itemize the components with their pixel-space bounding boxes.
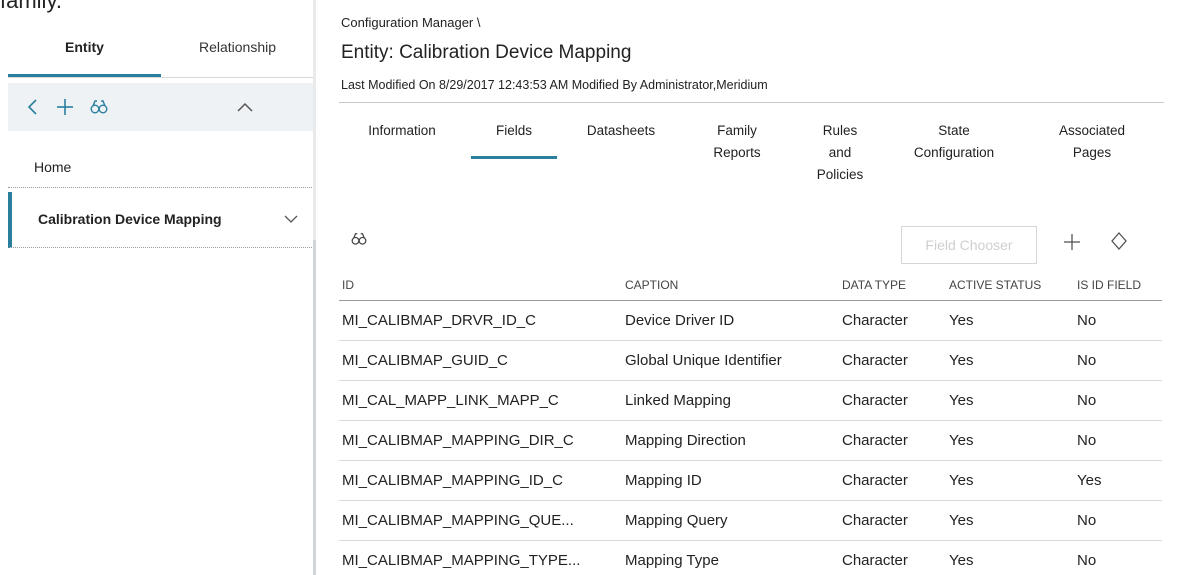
cell-is-id-field: No bbox=[1074, 300, 1162, 341]
cell-id: MI_CAL_MAPP_LINK_MAPP_C bbox=[339, 380, 622, 421]
cell-caption: Device Driver ID bbox=[622, 300, 839, 341]
chevron-up-icon[interactable] bbox=[228, 83, 262, 131]
binoculars-icon[interactable] bbox=[82, 83, 116, 131]
cell-active-status: Yes bbox=[946, 420, 1074, 461]
cell-data-type: Character bbox=[839, 500, 946, 541]
cell-data-type: Character bbox=[839, 340, 946, 381]
nav-item-home[interactable]: Home bbox=[8, 146, 314, 188]
plus-icon[interactable] bbox=[1057, 229, 1087, 259]
diamond-sort-icon[interactable] bbox=[1104, 229, 1134, 259]
cell-is-id-field: No bbox=[1074, 540, 1162, 575]
fields-table: ID CAPTION DATA TYPE ACTIVE STATUS IS ID… bbox=[339, 270, 1162, 575]
tab-label: Pages bbox=[1072, 145, 1112, 160]
table-row[interactable]: MI_CAL_MAPP_LINK_MAPP_C Linked Mapping C… bbox=[339, 380, 1162, 421]
last-modified-info: Last Modified On 8/29/2017 12:43:53 AM M… bbox=[341, 78, 768, 92]
cell-id: MI_CALIBMAP_MAPPING_DIR_C bbox=[339, 420, 622, 461]
table-row[interactable]: MI_CALIBMAP_DRVR_ID_C Device Driver ID C… bbox=[339, 300, 1162, 341]
cell-caption: Mapping Type bbox=[622, 540, 839, 575]
left-navigation-pane: Entity Relationship Home Calibration Dev… bbox=[0, 0, 314, 575]
cell-id: MI_CALIBMAP_MAPPING_TYPE... bbox=[339, 540, 622, 575]
cell-active-status: Yes bbox=[946, 340, 1074, 381]
pane-divider-top bbox=[313, 0, 316, 240]
tab-information[interactable]: Information bbox=[357, 120, 447, 142]
cell-caption: Mapping ID bbox=[622, 460, 839, 501]
tab-label: and bbox=[828, 145, 852, 160]
tab-relationship[interactable]: Relationship bbox=[161, 30, 314, 78]
tab-fields[interactable]: Fields bbox=[469, 120, 559, 142]
cell-caption: Global Unique Identifier bbox=[622, 340, 839, 381]
tab-label: Fields bbox=[495, 123, 532, 138]
table-row[interactable]: MI_CALIBMAP_GUID_C Global Unique Identif… bbox=[339, 340, 1162, 381]
tab-state-configuration[interactable]: State Configuration bbox=[899, 120, 1009, 164]
left-pane-toolbar bbox=[8, 83, 314, 131]
breadcrumb[interactable]: Configuration Manager \ bbox=[341, 15, 480, 30]
tab-rules-and-policies[interactable]: Rules and Policies bbox=[807, 120, 873, 186]
cell-is-id-field: No bbox=[1074, 500, 1162, 541]
tab-associated-pages[interactable]: Associated Pages bbox=[1047, 120, 1137, 164]
cell-is-id-field: No bbox=[1074, 380, 1162, 421]
cell-active-status: Yes bbox=[946, 380, 1074, 421]
cell-data-type: Character bbox=[839, 420, 946, 461]
tab-label: Datasheets bbox=[586, 123, 656, 138]
page-title: Entity: Calibration Device Mapping bbox=[341, 42, 632, 63]
field-chooser-button[interactable]: Field Chooser bbox=[901, 226, 1037, 264]
tab-label: State bbox=[938, 123, 970, 138]
cell-caption: Linked Mapping bbox=[622, 380, 839, 421]
nav-item-label: Calibration Device Mapping bbox=[38, 211, 222, 227]
tab-label: Family bbox=[717, 123, 757, 138]
column-header-active-status[interactable]: ACTIVE STATUS bbox=[946, 270, 1074, 301]
tab-label: Associated bbox=[1058, 123, 1126, 138]
cell-data-type: Character bbox=[839, 460, 946, 501]
cell-id: MI_CALIBMAP_MAPPING_QUE... bbox=[339, 500, 622, 541]
cell-is-id-field: No bbox=[1074, 340, 1162, 381]
table-row[interactable]: MI_CALIBMAP_MAPPING_ID_C Mapping ID Char… bbox=[339, 460, 1162, 501]
cell-is-id-field: Yes bbox=[1074, 460, 1162, 501]
tab-label: Configuration bbox=[913, 145, 995, 160]
cell-id: MI_CALIBMAP_GUID_C bbox=[339, 340, 622, 381]
cell-caption: Mapping Direction bbox=[622, 420, 839, 461]
left-pane-tabs: Entity Relationship bbox=[8, 30, 314, 78]
tab-entity[interactable]: Entity bbox=[8, 30, 161, 78]
tab-datasheets[interactable]: Datasheets bbox=[575, 120, 667, 142]
column-header-caption[interactable]: CAPTION bbox=[622, 270, 839, 301]
tab-family-reports[interactable]: Family Reports bbox=[697, 120, 777, 164]
table-row[interactable]: MI_CALIBMAP_MAPPING_TYPE... Mapping Type… bbox=[339, 540, 1162, 575]
header-divider bbox=[339, 102, 1164, 103]
cell-id: MI_CALIBMAP_MAPPING_ID_C bbox=[339, 460, 622, 501]
cell-active-status: Yes bbox=[946, 540, 1074, 575]
column-header-is-id-field[interactable]: IS ID FIELD bbox=[1074, 270, 1162, 301]
cell-caption: Mapping Query bbox=[622, 500, 839, 541]
tab-label: Rules bbox=[822, 123, 858, 138]
main-content: Configuration Manager \ Entity: Calibrat… bbox=[339, 0, 1164, 575]
chevron-left-icon[interactable] bbox=[18, 83, 48, 131]
plus-icon[interactable] bbox=[48, 83, 82, 131]
tab-label: Policies bbox=[816, 167, 864, 182]
table-row[interactable]: MI_CALIBMAP_MAPPING_DIR_C Mapping Direct… bbox=[339, 420, 1162, 461]
binoculars-icon[interactable] bbox=[351, 232, 371, 252]
cell-data-type: Character bbox=[839, 540, 946, 575]
tab-label: Information bbox=[368, 123, 436, 138]
tabs-divider bbox=[8, 77, 314, 78]
table-header-row: ID CAPTION DATA TYPE ACTIVE STATUS IS ID… bbox=[339, 270, 1162, 301]
cell-data-type: Character bbox=[839, 380, 946, 421]
cell-data-type: Character bbox=[839, 300, 946, 341]
cell-id: MI_CALIBMAP_DRVR_ID_C bbox=[339, 300, 622, 341]
column-header-data-type[interactable]: DATA TYPE bbox=[839, 270, 946, 301]
column-header-id[interactable]: ID bbox=[339, 270, 622, 301]
nav-item-calibration-device-mapping[interactable]: Calibration Device Mapping bbox=[8, 192, 314, 248]
cell-active-status: Yes bbox=[946, 300, 1074, 341]
tab-label: Reports bbox=[713, 145, 761, 160]
chevron-down-icon[interactable] bbox=[284, 192, 298, 246]
cell-is-id-field: No bbox=[1074, 420, 1162, 461]
table-row[interactable]: MI_CALIBMAP_MAPPING_QUE... Mapping Query… bbox=[339, 500, 1162, 541]
cell-active-status: Yes bbox=[946, 500, 1074, 541]
cell-active-status: Yes bbox=[946, 460, 1074, 501]
